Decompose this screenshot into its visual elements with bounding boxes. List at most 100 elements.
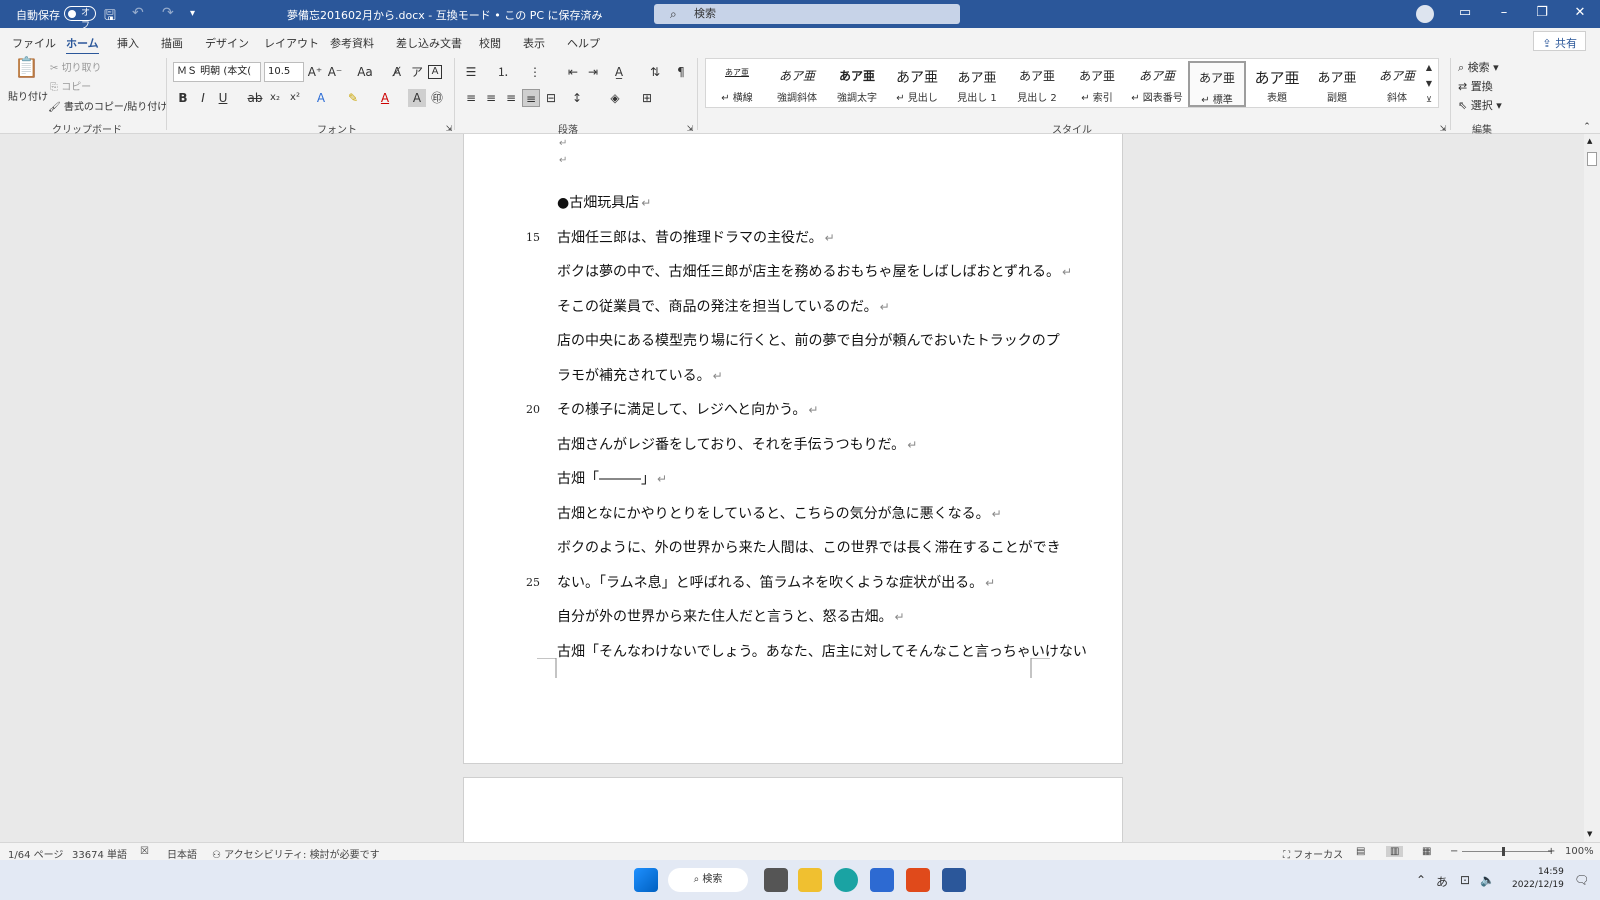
show-formatting-marks-icon[interactable]: ¶ — [672, 63, 690, 81]
document-line[interactable]: 自分が外の世界から来た住人だと言うと、怒る古畑。 ↵ — [557, 606, 905, 626]
tab-mailings[interactable]: 差し込み文書 — [396, 35, 462, 51]
tray-overflow-icon[interactable]: ⌃ — [1416, 873, 1426, 887]
borders-icon[interactable]: ⊞ — [638, 89, 656, 107]
style-item[interactable]: あア亜 表題 — [1248, 61, 1306, 107]
edge-icon[interactable] — [834, 868, 858, 892]
tab-file[interactable]: ファイル — [12, 35, 56, 51]
accessibility-status[interactable]: ⚇ アクセシビリティ: 検討が必要です — [212, 846, 380, 861]
customize-quick-access-icon[interactable]: ▾ — [190, 8, 195, 19]
document-line[interactable]: そこの従業員で、商品の発注を担当しているのだ。 ↵ — [557, 296, 890, 316]
style-item[interactable]: あア亜 ↵ 索引 — [1068, 61, 1126, 107]
style-item[interactable]: あア亜 見出し 1 — [948, 61, 1006, 107]
tab-design[interactable]: デザイン — [205, 35, 249, 51]
style-item[interactable]: あア亜 斜体 — [1368, 61, 1426, 107]
grow-font-icon[interactable]: A⁺ — [306, 63, 324, 81]
start-icon[interactable] — [634, 868, 658, 892]
underline-icon[interactable]: U — [214, 89, 232, 107]
share-button[interactable]: ⇪ 共有 — [1533, 31, 1586, 51]
document-line[interactable]: ↵ — [557, 151, 567, 167]
tab-insert[interactable]: 挿入 — [117, 35, 139, 51]
vertical-scrollbar[interactable]: ▲ ▼ — [1584, 134, 1600, 842]
zoom-out-icon[interactable]: − — [1450, 846, 1458, 857]
zoom-slider-knob[interactable] — [1502, 847, 1505, 856]
superscript-icon[interactable]: x² — [286, 89, 304, 107]
distributed-icon[interactable]: ⊟ — [542, 89, 560, 107]
increase-indent-icon[interactable]: ⇥ — [584, 63, 602, 81]
document-line[interactable]: 古畑任三郎は、昔の推理ドラマの主役だ。 ↵ — [557, 227, 835, 247]
sort-icon[interactable]: ⇅ — [646, 63, 664, 81]
clear-formatting-icon[interactable]: A̸ — [388, 63, 406, 81]
account-avatar[interactable] — [1416, 5, 1434, 23]
tab-home[interactable]: ホーム — [66, 35, 99, 55]
ime-indicator[interactable]: あ — [1436, 873, 1448, 890]
document-page[interactable]: ↵ ↵ ●古畑玩具店 ↵ 古畑任三郎は、昔の推理ドラマの主役だ。 ↵ 15 ボクは夢の中で、古… — [463, 134, 1123, 764]
document-workspace[interactable]: ↵ ↵ ●古畑玩具店 ↵ 古畑任三郎は、昔の推理ドラマの主役だ。 ↵ 15 ボクは夢の中で、古… — [0, 134, 1584, 842]
undo-icon[interactable]: ↶ — [132, 5, 144, 21]
file-explorer-icon[interactable] — [798, 868, 822, 892]
document-title[interactable]: 夢備忘201602月から.docx - 互換モード • この PC に保存済み — [287, 7, 603, 23]
document-line[interactable]: 古畑さんがレジ番をしており、それを手伝うつもりだ。 ↵ — [557, 434, 917, 454]
paste-button[interactable]: 貼り付け — [8, 88, 48, 103]
multilevel-list-icon[interactable]: ⋮ — [526, 63, 544, 81]
style-item[interactable]: あア亜 副題 — [1308, 61, 1366, 107]
character-shading-icon[interactable]: A — [408, 89, 426, 107]
style-item[interactable]: あア亜 強調太字 — [828, 61, 886, 107]
print-layout-icon[interactable]: ▥ — [1386, 846, 1404, 857]
align-center-icon[interactable]: ≡ — [482, 89, 500, 107]
redo-icon[interactable]: ↷ — [162, 5, 174, 21]
shading-icon[interactable]: ◈ — [606, 89, 624, 107]
store-icon[interactable] — [870, 868, 894, 892]
language-indicator[interactable]: 日本語 — [167, 846, 197, 861]
align-right-icon[interactable]: ≡ — [502, 89, 520, 107]
save-icon[interactable]: 🖫 — [104, 5, 116, 29]
styles-scroll-down-icon[interactable]: ▼ — [1422, 77, 1436, 91]
document-line[interactable]: ●古畑玩具店 ↵ — [557, 192, 651, 212]
tab-view[interactable]: 表示 — [523, 35, 545, 51]
style-item-selected[interactable]: あア亜 ↵ 標準 — [1188, 61, 1246, 107]
proofing-icon[interactable]: ☒ — [140, 846, 149, 857]
styles-more-icon[interactable]: ⊻ — [1422, 93, 1436, 107]
character-border-icon[interactable]: A — [428, 65, 442, 79]
document-line[interactable]: 古畑「―――」 ↵ — [557, 468, 667, 488]
autosave-toggle[interactable]: オフ — [64, 6, 96, 31]
document-line[interactable]: その様子に満足して、レジへと向かう。 ↵ — [557, 399, 818, 419]
ribbon-display-options-icon[interactable]: ▭ — [1455, 5, 1475, 20]
taskbar-clock[interactable]: 14:59 2022/12/19 — [1512, 866, 1564, 892]
scroll-up-icon[interactable]: ▲ — [1587, 137, 1592, 145]
text-effects-icon[interactable]: A — [312, 89, 330, 107]
taskbar-search[interactable]: ⌕ 検索 — [668, 868, 748, 892]
document-line[interactable]: 店の中央にある模型売り場に行くと、前の夢で自分が頼んでおいたトラックのプ — [557, 330, 1060, 350]
document-line[interactable]: ない。「ラムネ息」と呼ばれる、笛ラムネを吹くような症状が出る。 ↵ — [557, 572, 995, 592]
bold-icon[interactable]: B — [174, 89, 192, 107]
style-item[interactable]: あア亜 見出し 2 — [1008, 61, 1066, 107]
enclose-characters-icon[interactable]: ㊞ — [428, 89, 446, 107]
document-line[interactable]: ラモが補充されている。 ↵ — [557, 365, 723, 385]
highlight-icon[interactable]: ✎ — [344, 89, 362, 107]
tab-references[interactable]: 参考資料 — [330, 35, 374, 51]
format-painter-button[interactable]: 🖌 書式のコピー/貼り付け — [48, 98, 167, 113]
change-case-icon[interactable]: Aa — [352, 63, 378, 81]
font-name-combo[interactable]: ＭＳ 明朝 (本文( — [173, 62, 261, 82]
justify-icon[interactable]: ≡ — [522, 89, 540, 107]
phonetic-guide-icon[interactable]: ア — [408, 63, 426, 81]
style-item[interactable]: あア亜 ↵ 横線 — [708, 61, 766, 107]
restore-icon[interactable]: ❐ — [1532, 5, 1552, 20]
notifications-icon[interactable]: 🗨 — [1574, 873, 1589, 887]
title-search-box[interactable]: ⌕ 検索 — [654, 4, 960, 24]
subscript-icon[interactable]: x₂ — [266, 89, 284, 107]
tab-layout[interactable]: レイアウト — [264, 35, 319, 51]
document-line[interactable]: 古畑となにかやりとりをしていると、こちらの気分が急に悪くなる。 ↵ — [557, 503, 1002, 523]
line-spacing-icon[interactable]: ↕ — [568, 89, 586, 107]
bullets-icon[interactable]: ☰ — [462, 63, 480, 81]
network-icon[interactable]: ⊡ — [1460, 873, 1470, 887]
replace-button[interactable]: ⇄ 置換 — [1458, 78, 1493, 94]
styles-scroll-up-icon[interactable]: ▲ — [1422, 61, 1436, 75]
minimize-icon[interactable]: – — [1494, 5, 1514, 20]
focus-mode-button[interactable]: ⛶ フォーカス — [1283, 846, 1343, 861]
select-button[interactable]: ⇖ 選択 ▾ — [1458, 97, 1502, 113]
office-icon[interactable] — [906, 868, 930, 892]
tab-help[interactable]: ヘルプ — [567, 35, 600, 51]
numbering-icon[interactable]: ⒈ — [494, 63, 512, 81]
align-left-icon[interactable]: ≡ — [462, 89, 480, 107]
style-item[interactable]: あア亜 ↵ 見出し — [888, 61, 946, 107]
